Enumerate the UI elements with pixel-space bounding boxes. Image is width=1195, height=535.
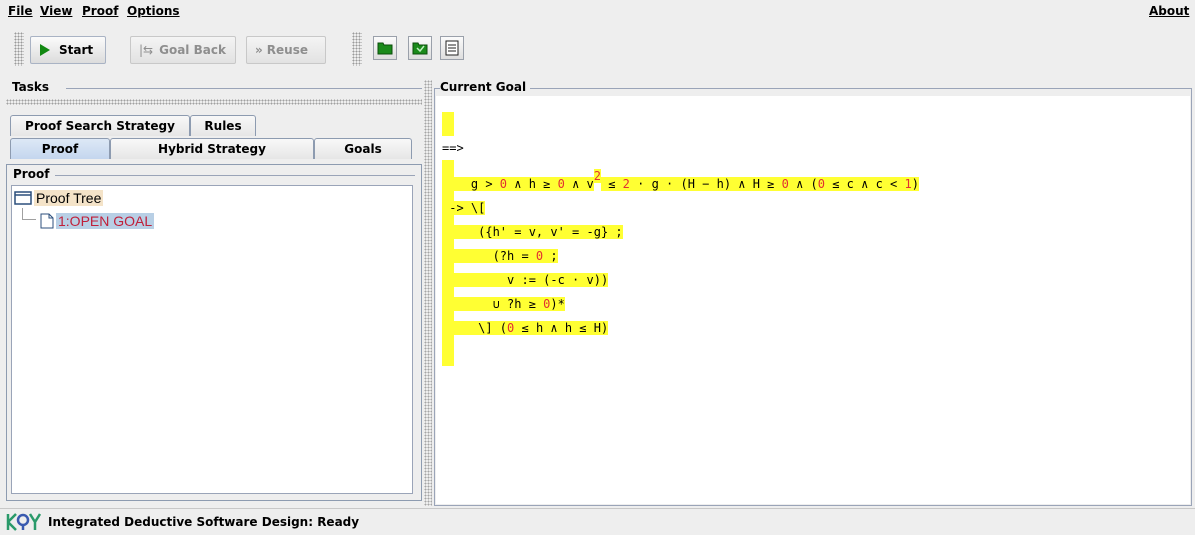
goal-line-3: ({h' = v, v' = -g} ; [442, 225, 623, 239]
proof-tree[interactable]: Proof Tree 1:OPEN GOAL [11, 185, 413, 494]
goal-line-7: \] (0 ≤ h ∧ h ≤ H) [442, 321, 609, 335]
goal-line-1: g > 0 ∧ h ≥ 0 ∧ v2 ≤ 2 · g · (H − h) ∧ H… [442, 169, 919, 191]
menu-file[interactable]: File [8, 4, 33, 18]
tab-goals[interactable]: Goals [314, 138, 412, 159]
folder-icon [377, 42, 393, 55]
goal-back-button[interactable]: |⇆ Goal Back [130, 36, 236, 64]
current-goal-panel: Current Goal ==> g > 0 ∧ h ≥ 0 ∧ v2 ≤ 2 … [434, 80, 1192, 506]
start-button[interactable]: Start [30, 36, 106, 64]
goal-line-5: v := (-c · v)) [442, 273, 609, 287]
menu-proof[interactable]: Proof [82, 4, 118, 18]
goal-view[interactable]: ==> g > 0 ∧ h ≥ 0 ∧ v2 ≤ 2 · g · (H − h)… [436, 96, 1190, 504]
tasks-header: Tasks [6, 80, 422, 98]
save-icon [445, 40, 459, 56]
tab-proof-search-strategy[interactable]: Proof Search Strategy [10, 115, 190, 136]
toolbar-grip-2[interactable] [352, 32, 362, 66]
proof-panel-title: Proof [13, 167, 54, 181]
sequent-arrow: ==> [442, 141, 464, 155]
status-text: Integrated Deductive Software Design: Re… [48, 515, 360, 529]
tree-item-open-goal[interactable]: 1:OPEN GOAL [40, 213, 155, 229]
tasks-splitter[interactable] [6, 99, 422, 105]
main-splitter[interactable] [424, 80, 432, 506]
key-logo-icon [6, 513, 42, 531]
fast-forward-icon: » [255, 43, 263, 57]
tree-root[interactable]: Proof Tree [14, 190, 104, 206]
menu-view[interactable]: View [40, 4, 72, 18]
menu-options[interactable]: Options [127, 4, 180, 18]
save-button[interactable] [440, 36, 464, 60]
goal-line-6: ∪ ?h ≥ 0)* [442, 297, 565, 311]
tasks-panel: Tasks Proof Search Strategy Rules Proof … [6, 80, 422, 503]
tree-connector [22, 208, 36, 220]
reuse-button[interactable]: » Reuse [246, 36, 326, 64]
status-bar: Integrated Deductive Software Design: Re… [0, 508, 1195, 535]
goal-line-2: -> \[ [442, 201, 486, 215]
toolbar-grip[interactable] [14, 32, 24, 66]
open-recent-button[interactable] [408, 36, 432, 60]
goal-line-4: (?h = 0 ; [442, 249, 558, 263]
tab-hybrid-strategy[interactable]: Hybrid Strategy [110, 138, 314, 159]
current-goal-title: Current Goal [440, 80, 531, 94]
menu-bar: File View Proof Options About [0, 0, 1195, 24]
proof-panel: Proof Proof Tree 1:OPEN GOAL [6, 164, 422, 501]
antecedent-highlight [442, 112, 454, 136]
goal-back-icon: |⇆ [139, 43, 154, 57]
toolbar: Start |⇆ Goal Back » Reuse [0, 28, 1195, 70]
folder-open-icon [412, 42, 428, 55]
folder-icon [14, 191, 32, 205]
play-icon [40, 44, 50, 56]
menu-about[interactable]: About [1149, 4, 1189, 18]
open-folder-button[interactable] [373, 36, 397, 60]
tab-proof[interactable]: Proof [10, 138, 110, 159]
document-icon [40, 213, 54, 229]
tab-rules[interactable]: Rules [190, 115, 256, 136]
